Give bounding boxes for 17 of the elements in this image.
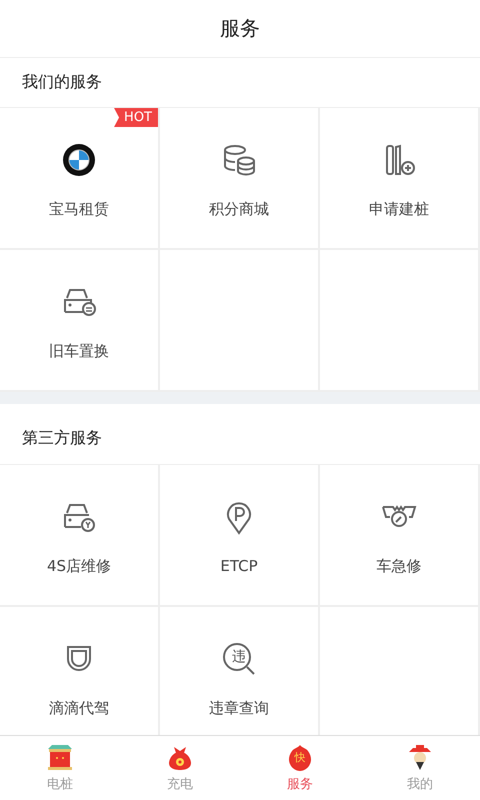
service-label[interactable]: 申请建桩	[369, 200, 429, 219]
gate-icon	[46, 743, 74, 771]
service-label[interactable]: 滴滴代驾	[49, 699, 109, 718]
tab[interactable]: 快 服务	[240, 736, 360, 800]
service-label[interactable]: ETCP	[220, 557, 258, 575]
service-label[interactable]: 4S店维修	[46, 557, 112, 576]
service-label[interactable]: 违章查询	[209, 699, 269, 718]
service-label[interactable]: 车急修	[376, 557, 422, 576]
service-label[interactable]: 积分商城	[209, 200, 269, 219]
hot-badge: HOT	[114, 108, 158, 127]
service-label[interactable]: 旧车置换	[49, 342, 109, 361]
service-label[interactable]: 宝马租赁	[49, 200, 109, 219]
page-title: 服务	[220, 15, 260, 42]
icon-char: 快	[293, 750, 306, 766]
icon-char: 违	[231, 648, 247, 667]
logo-icon	[61, 142, 97, 178]
coins-icon	[221, 142, 257, 178]
